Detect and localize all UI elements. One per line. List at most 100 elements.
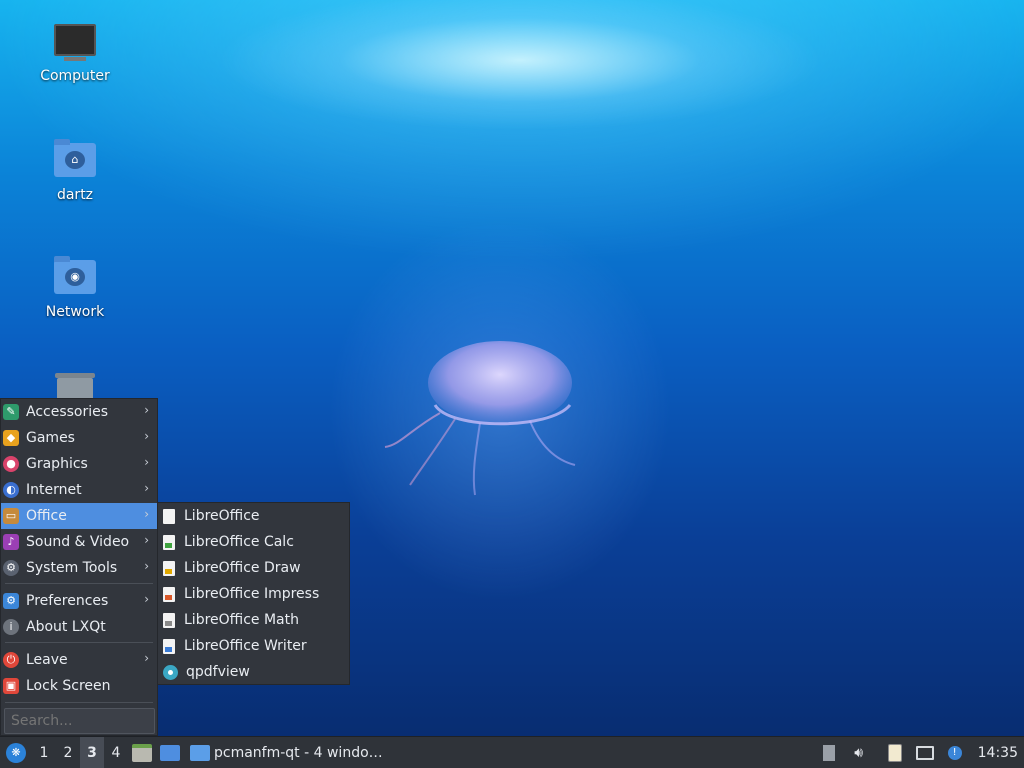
menu-item-label: Office (26, 508, 67, 524)
libreoffice-math-icon (163, 612, 175, 628)
preferences-icon: ⚙ (3, 593, 19, 609)
show-desktop-button[interactable] (128, 737, 156, 768)
menu-item-label: Leave (26, 652, 68, 668)
tray-expand-button[interactable] (814, 737, 844, 768)
chevron-right-icon: › (144, 481, 149, 495)
menu-item-label: Preferences (26, 593, 109, 609)
submenu-item-label: LibreOffice (184, 508, 260, 524)
menu-separator (5, 583, 153, 584)
chevron-right-icon: › (144, 651, 149, 665)
sound-video-icon: ♪ (3, 534, 19, 550)
folder-icon (190, 744, 210, 761)
submenu-item-label: LibreOffice Draw (184, 560, 301, 576)
network-button[interactable] (910, 737, 940, 768)
speaker-icon: 🔊︎ (854, 745, 864, 761)
show-desktop-icon (132, 743, 152, 762)
menu-separator (5, 642, 153, 643)
network-folder-icon: ◉ (54, 256, 96, 298)
computer-icon (54, 24, 96, 62)
submenu-item-label: LibreOffice Math (184, 612, 299, 628)
volume-button[interactable]: 🔊︎ (844, 737, 874, 768)
desktop-icon-network[interactable]: ◉ Network (30, 256, 120, 320)
libreoffice-impress-icon (163, 586, 175, 602)
clipboard-icon (887, 744, 902, 762)
submenu-item-libreoffice-calc[interactable]: LibreOffice Calc (158, 529, 349, 555)
submenu-item-libreoffice[interactable]: LibreOffice (158, 503, 349, 529)
leave-icon: ⏻ (3, 652, 19, 668)
chevron-right-icon: › (144, 403, 149, 417)
menu-item-sound-video[interactable]: ♪ Sound & Video › (1, 529, 157, 555)
menu-item-about[interactable]: i About LXQt (1, 614, 157, 640)
task-label: pcmanfm-qt - 4 windo… (214, 744, 383, 761)
chevron-up-icon (822, 745, 835, 761)
submenu-item-libreoffice-writer[interactable]: LibreOffice Writer (158, 633, 349, 659)
chevron-right-icon: › (144, 559, 149, 573)
desktop-switch-4[interactable]: 4 (104, 737, 128, 768)
desktop-switch-2[interactable]: 2 (56, 737, 80, 768)
about-icon: i (3, 619, 19, 635)
clipboard-button[interactable] (880, 737, 910, 768)
graphics-icon: ● (3, 456, 19, 472)
office-submenu: LibreOffice LibreOffice Calc LibreOffice… (157, 502, 350, 685)
chevron-right-icon: › (144, 455, 149, 469)
lxqt-logo-icon: ❋ (6, 742, 26, 763)
menu-item-label: System Tools (26, 560, 118, 576)
libreoffice-icon (163, 508, 175, 524)
desktop-icon-computer[interactable]: Computer (30, 24, 120, 84)
home-folder-icon: ⌂ (54, 139, 96, 181)
taskbar-window-button[interactable]: pcmanfm-qt - 4 windo… (190, 737, 383, 768)
chevron-right-icon: › (144, 429, 149, 443)
menu-item-system-tools[interactable]: ⚙ System Tools › (1, 555, 157, 581)
menu-item-preferences[interactable]: ⚙ Preferences › (1, 588, 157, 614)
notification-button[interactable]: ! (940, 737, 970, 768)
desktop-switch-1[interactable]: 1 (32, 737, 56, 768)
menu-item-label: Graphics (26, 456, 88, 472)
menu-item-label: Internet (26, 482, 82, 498)
application-menu: ✎ Accessories › ◆ Games › ● Graphics › ◐… (0, 398, 158, 736)
submenu-item-label: LibreOffice Writer (184, 638, 307, 654)
menu-item-graphics[interactable]: ● Graphics › (1, 451, 157, 477)
desktop-icon-home[interactable]: ⌂ dartz (30, 139, 120, 203)
desktop-icon-label: dartz (56, 187, 94, 203)
file-manager-icon (160, 744, 180, 761)
menu-item-accessories[interactable]: ✎ Accessories › (1, 399, 157, 425)
menu-search-input[interactable] (4, 708, 155, 734)
submenu-item-label: LibreOffice Calc (184, 534, 294, 550)
menu-item-label: About LXQt (26, 619, 106, 635)
libreoffice-writer-icon (163, 638, 175, 654)
clock[interactable]: 14:35 (970, 745, 1024, 761)
lock-icon: ▣ (3, 678, 19, 694)
libreoffice-draw-icon (163, 560, 175, 576)
jellyfish-wallpaper (384, 341, 576, 496)
menu-item-label: Sound & Video (26, 534, 130, 550)
desktop-icon-label: Network (45, 304, 105, 320)
start-menu-button[interactable]: ❋ (0, 737, 32, 768)
menu-item-internet[interactable]: ◐ Internet › (1, 477, 157, 503)
menu-item-label: Accessories (26, 404, 109, 420)
desktop-switch-3[interactable]: 3 (80, 736, 104, 768)
chevron-right-icon: › (144, 533, 149, 547)
system-tools-icon: ⚙ (3, 560, 19, 576)
chevron-right-icon: › (144, 592, 149, 606)
submenu-item-libreoffice-draw[interactable]: LibreOffice Draw (158, 555, 349, 581)
menu-separator (5, 702, 153, 703)
taskbar: ❋ 1 2 3 4 pcmanfm-qt - 4 windo… 🔊︎ ! 14:… (0, 736, 1024, 768)
chevron-right-icon: › (144, 507, 149, 521)
network-icon (915, 746, 934, 760)
desktop-icon-label: Computer (40, 68, 110, 84)
office-icon: ▭ (3, 508, 19, 524)
submenu-item-libreoffice-impress[interactable]: LibreOffice Impress (158, 581, 349, 607)
menu-item-games[interactable]: ◆ Games › (1, 425, 157, 451)
internet-icon: ◐ (3, 482, 19, 498)
system-tray: 🔊︎ ! 14:35 (814, 737, 1024, 768)
quicklaunch-file-manager[interactable] (156, 737, 184, 768)
submenu-item-libreoffice-math[interactable]: LibreOffice Math (158, 607, 349, 633)
menu-item-office[interactable]: ▭ Office › (1, 503, 157, 529)
submenu-item-qpdfview[interactable]: qpdfview (158, 659, 349, 685)
submenu-item-label: qpdfview (186, 664, 250, 680)
menu-item-lock-screen[interactable]: ▣ Lock Screen (1, 673, 157, 699)
menu-item-label: Lock Screen (26, 678, 111, 694)
accessories-icon: ✎ (3, 404, 19, 420)
menu-item-label: Games (26, 430, 75, 446)
menu-item-leave[interactable]: ⏻ Leave › (1, 647, 157, 673)
